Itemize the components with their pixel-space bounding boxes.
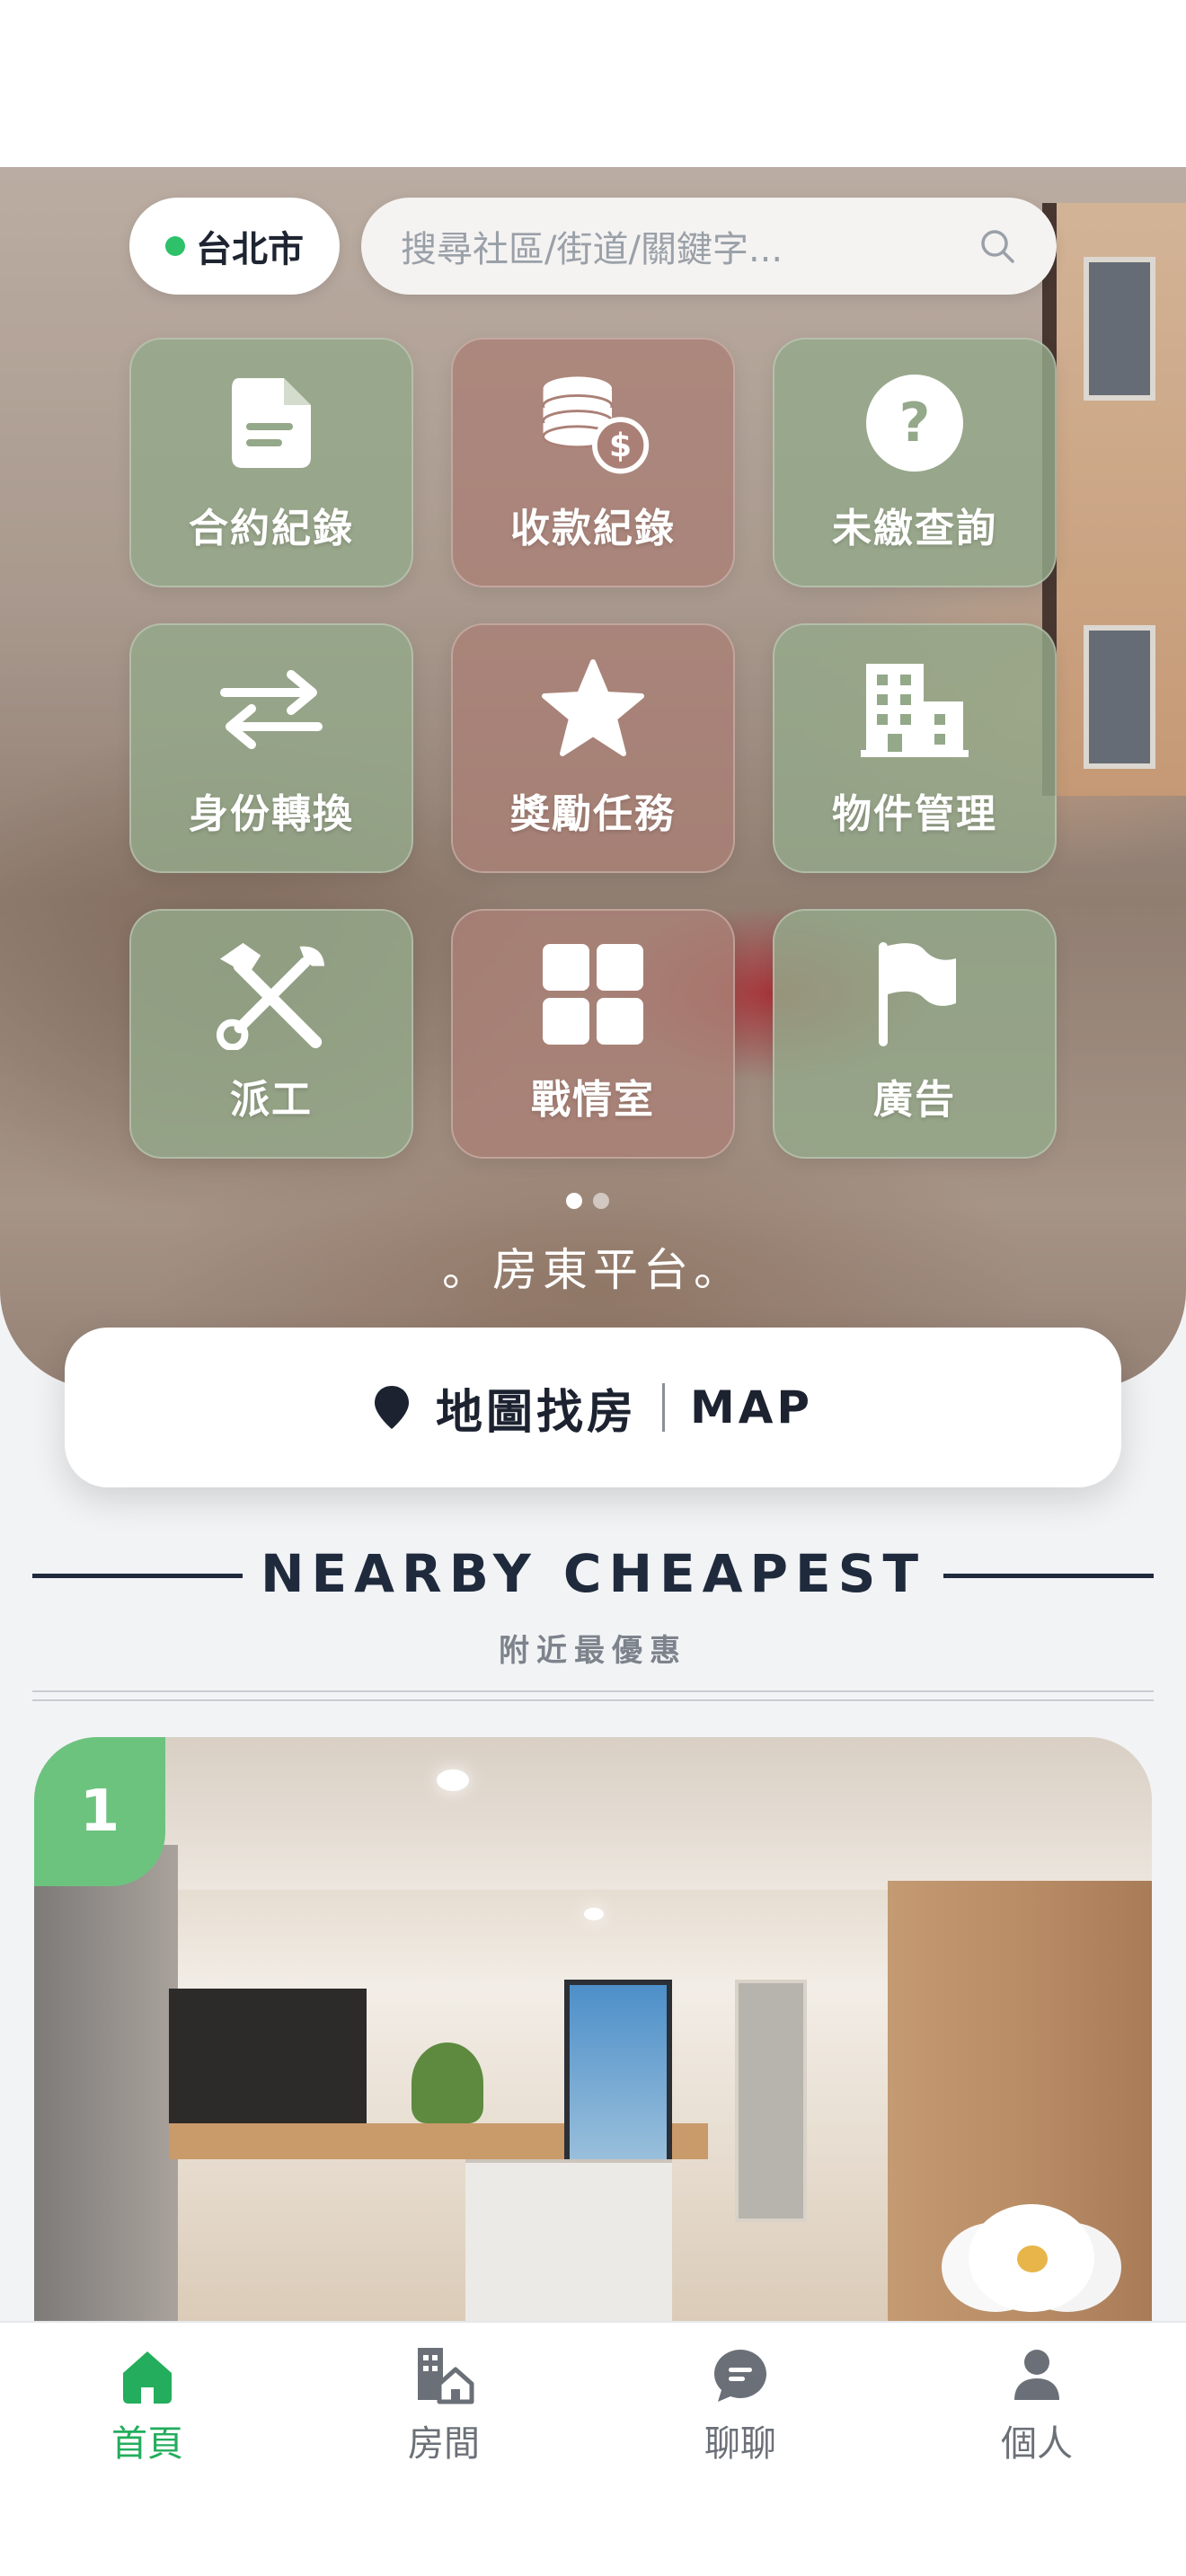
rooms-icon xyxy=(418,2348,474,2404)
tile-label: 戰情室 xyxy=(531,1077,655,1123)
tile-contract-records[interactable]: 合約紀錄 xyxy=(129,338,413,587)
pager-dot-active[interactable] xyxy=(566,1193,582,1209)
rank-badge: 1 xyxy=(34,1737,165,1886)
nav-label: 個人 xyxy=(1001,2423,1073,2465)
tile-label: 未繳查詢 xyxy=(832,506,997,551)
tile-label: 收款紀錄 xyxy=(510,506,676,551)
tile-property-management[interactable]: 物件管理 xyxy=(773,623,1057,873)
platform-label: 。房東平台。 xyxy=(442,1244,744,1296)
person-icon xyxy=(1014,2350,1059,2400)
tile-label: 身份轉換 xyxy=(189,791,354,837)
building-icon xyxy=(856,650,973,767)
ceiling-light xyxy=(437,1769,469,1791)
map-pin-icon xyxy=(374,1386,409,1429)
search-input[interactable]: 搜尋社區/街道/關鍵字... xyxy=(401,220,978,272)
tools-icon xyxy=(213,936,330,1053)
location-city: 台北市 xyxy=(196,229,304,270)
grid-icon xyxy=(535,936,651,1053)
status-area xyxy=(0,0,1186,167)
pager-dot[interactable] xyxy=(593,1193,609,1209)
bottom-navigation: 首頁 房間 聊聊 個人 xyxy=(0,2321,1186,2576)
star-icon xyxy=(535,650,651,767)
section-rule xyxy=(32,1699,1154,1701)
svg-text:$: $ xyxy=(609,426,632,464)
listing-photo-flower-center xyxy=(1017,2245,1048,2272)
app-screen: 台北市 搜尋社區/街道/關鍵字... 合約紀錄 $ 收款紀錄 ? 未繳查詢 身份… xyxy=(0,0,1186,2576)
nav-chat[interactable]: 聊聊 xyxy=(651,2344,830,2466)
listing-card[interactable] xyxy=(34,1737,1152,2366)
tile-identity-switch[interactable]: 身份轉換 xyxy=(129,623,413,873)
nav-home[interactable]: 首頁 xyxy=(58,2344,237,2466)
tile-label: 獎勵任務 xyxy=(510,791,676,837)
tile-label: 廣告 xyxy=(873,1077,956,1123)
tile-label: 派工 xyxy=(230,1077,313,1123)
question-circle-icon: ? xyxy=(856,365,973,481)
listing-photo-wall xyxy=(34,1845,178,2366)
coins-dollar-icon: $ xyxy=(535,365,651,481)
section-subtitle: 附近最優惠 xyxy=(499,1633,687,1669)
location-status-dot xyxy=(165,236,185,256)
tile-label: 物件管理 xyxy=(832,791,997,837)
home-icon xyxy=(123,2351,172,2404)
map-divider xyxy=(661,1383,665,1432)
tile-dispatch[interactable]: 派工 xyxy=(129,909,413,1159)
carousel-pager xyxy=(566,1193,609,1209)
listing-photo-plant xyxy=(412,2042,483,2123)
rank-number: 1 xyxy=(79,1778,120,1845)
nav-rooms[interactable]: 房間 xyxy=(354,2344,534,2466)
search-icon[interactable] xyxy=(978,226,1017,266)
tile-payment-records[interactable]: $ 收款紀錄 xyxy=(451,338,735,587)
map-button-label: 地圖找房 xyxy=(435,1385,637,1440)
tile-unpaid-query[interactable]: ? 未繳查詢 xyxy=(773,338,1057,587)
tile-war-room[interactable]: 戰情室 xyxy=(451,909,735,1159)
location-selector[interactable]: 台北市 xyxy=(129,198,340,295)
ceiling-light xyxy=(584,1908,604,1920)
nav-profile[interactable]: 個人 xyxy=(947,2344,1127,2466)
tile-reward-tasks[interactable]: 獎勵任務 xyxy=(451,623,735,873)
nav-label: 房間 xyxy=(408,2423,480,2465)
map-button-label-en: MAP xyxy=(689,1381,814,1434)
tile-advertising[interactable]: 廣告 xyxy=(773,909,1057,1159)
flag-icon xyxy=(856,936,973,1053)
map-search-button[interactable]: 地圖找房 MAP xyxy=(65,1328,1121,1487)
tile-label: 合約紀錄 xyxy=(189,506,354,551)
svg-text:?: ? xyxy=(899,392,931,454)
section-rule xyxy=(32,1690,1154,1692)
listing-photo-tv xyxy=(169,1989,367,2123)
document-icon xyxy=(213,365,330,481)
nav-label: 首頁 xyxy=(111,2423,183,2465)
listing-photo-ceiling xyxy=(34,1737,1152,1890)
listing-photo-mirror xyxy=(735,1980,807,2222)
chat-icon xyxy=(714,2350,766,2402)
swap-arrows-icon xyxy=(213,650,330,767)
search-bar[interactable]: 搜尋社區/街道/關鍵字... xyxy=(361,198,1057,295)
section-title: NEARBY CHEAPEST xyxy=(260,1543,926,1604)
nav-label: 聊聊 xyxy=(704,2423,776,2465)
